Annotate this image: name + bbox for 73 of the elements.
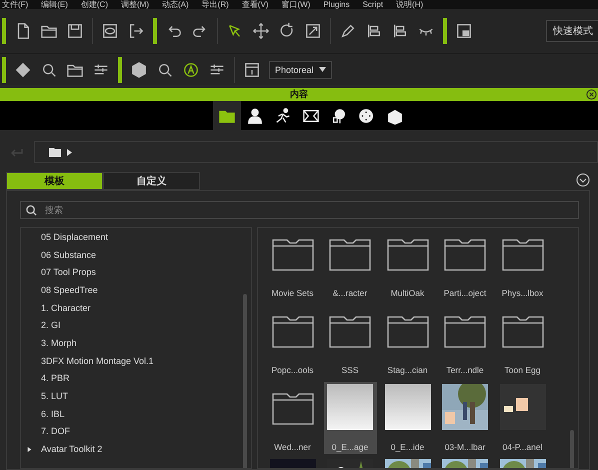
caret-icon	[318, 67, 326, 72]
menu-item[interactable]: 说明(H)	[396, 0, 424, 9]
diamond-icon[interactable]	[14, 60, 32, 78]
search-field[interactable]: 搜索	[20, 201, 579, 219]
tree-item[interactable]: 3DFX Motion Montage Vol.1	[37, 356, 154, 366]
tree-item[interactable]: 5. LUT	[37, 391, 68, 402]
content-item[interactable]: 0_E...age	[324, 382, 376, 454]
tree-item[interactable]: 06 Substance	[37, 250, 96, 260]
save-icon[interactable]	[66, 22, 84, 40]
content-item[interactable]: Stag...cian	[381, 305, 434, 377]
menu-item[interactable]: 窗口(W)	[281, 0, 310, 9]
tree-item[interactable]: Avatar Toolkit 2	[37, 444, 102, 454]
tree-item[interactable]: 2. GI	[37, 320, 61, 330]
content-item[interactable]: Toon Egg	[496, 305, 549, 377]
menu-item[interactable]: 导出(R)	[202, 0, 229, 9]
render-dropdown[interactable]: Photoreal	[269, 60, 332, 78]
close-icon[interactable]	[586, 89, 597, 100]
pen-icon[interactable]	[339, 22, 357, 40]
window-icon[interactable]	[455, 22, 473, 40]
circle-letter-icon[interactable]	[182, 60, 200, 78]
menu-item[interactable]: 查看(V)	[242, 0, 268, 9]
scrollbar[interactable]	[243, 294, 247, 468]
tree-item[interactable]: 05 Displacement	[37, 232, 108, 242]
menu-item[interactable]: 调整(M)	[121, 0, 149, 9]
menu-item[interactable]: Script	[362, 0, 384, 9]
content-item[interactable]: Terr...ndle	[438, 305, 492, 377]
gradient-thumbnail	[384, 384, 430, 430]
menu-item[interactable]: 创建(C)	[80, 0, 108, 9]
tree-item[interactable]: 3. Morph	[37, 338, 77, 348]
scale-icon[interactable]	[304, 22, 322, 40]
tree-item[interactable]: 7. DOF	[37, 426, 70, 436]
tree-item[interactable]: 6. IBL	[37, 408, 65, 419]
search-icon	[26, 205, 37, 216]
chevron-down-icon[interactable]	[576, 173, 590, 187]
menu-item[interactable]: 文件(F)	[2, 0, 28, 9]
panel-title: 内容	[290, 88, 308, 101]
library-tab[interactable]: 模板	[6, 172, 103, 190]
content-item[interactable]: MultiOak	[381, 228, 434, 300]
caret-icon[interactable]	[67, 148, 72, 156]
content-item[interactable]: Wed...ner	[266, 382, 319, 454]
mode-button[interactable]: 快速模式	[546, 20, 598, 42]
folder-icon[interactable]	[49, 147, 61, 157]
content-item[interactable]: Parti...oject	[438, 228, 492, 300]
menu-item[interactable]: Plugins	[323, 0, 350, 9]
film-reel-icon[interactable]	[358, 106, 376, 124]
tree-item[interactable]: 1. Character	[37, 302, 91, 313]
content-item[interactable]: 04-P...anel	[496, 382, 549, 454]
tree-icon[interactable]	[330, 106, 348, 124]
align-icon[interactable]	[365, 22, 383, 40]
eye-icon[interactable]	[101, 22, 119, 40]
content-tab[interactable]	[213, 101, 241, 130]
align-icon[interactable]	[391, 22, 409, 40]
library-tab[interactable]: 自定义	[103, 172, 200, 190]
move-icon[interactable]	[252, 22, 270, 40]
exit-icon[interactable]	[127, 22, 145, 40]
tree-item[interactable]: 07 Tool Props	[37, 267, 96, 278]
tree-item[interactable]: 08 SpeedTree	[37, 284, 98, 295]
content-item[interactable]: SSS	[324, 305, 376, 377]
menu-item[interactable]: 动态(A)	[162, 0, 189, 9]
running-figure-icon[interactable]	[274, 106, 292, 124]
content-item[interactable]: 0_E...ide	[381, 382, 434, 454]
menu-item[interactable]: 编辑(E)	[41, 0, 68, 9]
content-item[interactable]: 03-M...lbar	[438, 382, 492, 454]
calendar-icon[interactable]	[243, 60, 261, 78]
person-icon[interactable]	[246, 106, 264, 124]
collapsed-arrow-icon[interactable]	[27, 446, 32, 453]
content-item[interactable]: &...racter	[324, 228, 376, 300]
gradient-thumbnail	[327, 384, 373, 430]
boxes-thumbnail	[500, 384, 546, 430]
content-item[interactable]: Phys...lbox	[496, 228, 549, 300]
tree-item[interactable]: 4. PBR	[37, 373, 70, 384]
content-item[interactable]: Popc...ools	[266, 305, 319, 377]
content-item[interactable]: Movie Sets	[266, 228, 319, 300]
